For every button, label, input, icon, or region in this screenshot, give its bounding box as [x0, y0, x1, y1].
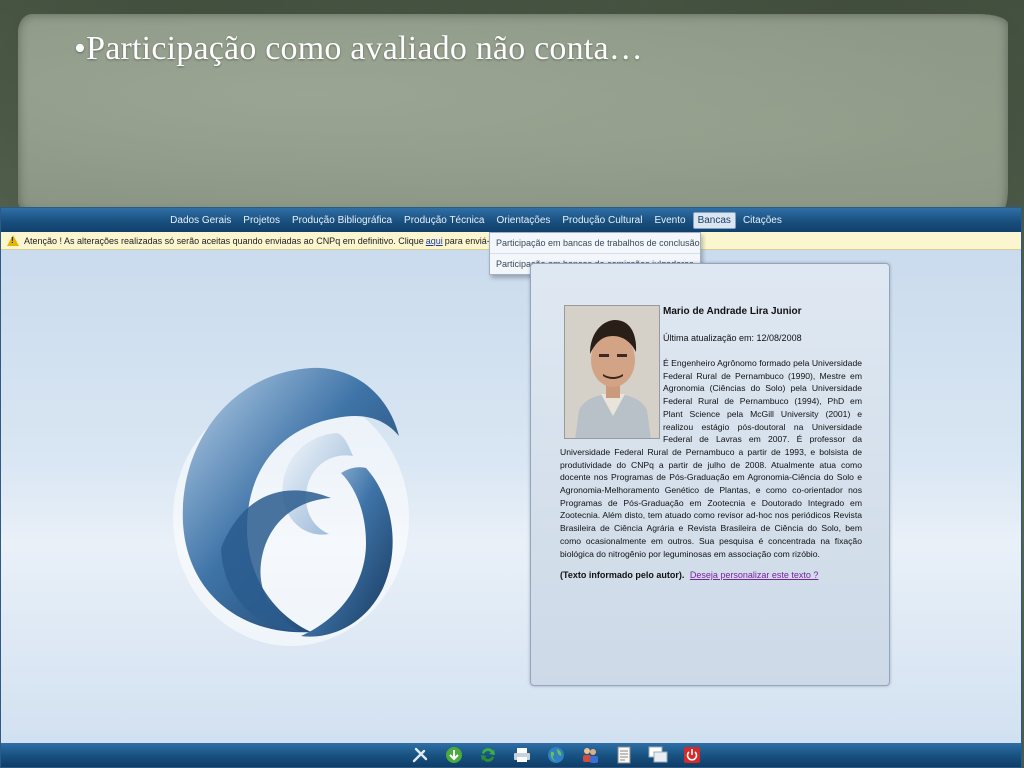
author-note: (Texto informado pelo autor). Deseja per…	[560, 570, 818, 580]
lattes-logo	[173, 367, 409, 646]
windows-icon[interactable]	[647, 745, 669, 765]
menu-producao-cultural[interactable]: Produção Cultural	[557, 212, 647, 229]
notice-link-aqui[interactable]: aqui	[426, 236, 443, 246]
bio-container: É Engenheiro Agrônomo formado pela Unive…	[560, 357, 862, 560]
last-update: Última atualização em: 12/08/2008	[663, 333, 802, 343]
top-menu-bar: Dados Gerais Projetos Produção Bibliográ…	[1, 208, 1021, 232]
notice-text: Atenção ! As alterações realizadas só se…	[24, 235, 424, 246]
download-icon[interactable]	[443, 745, 465, 765]
globe-icon[interactable]	[545, 745, 567, 765]
refresh-icon[interactable]	[477, 745, 499, 765]
menu-evento[interactable]: Evento	[649, 212, 690, 229]
users-icon[interactable]	[579, 745, 601, 765]
tools-icon[interactable]	[409, 745, 431, 765]
slide-title: •Participação como avaliado não conta…	[74, 30, 643, 67]
warning-icon	[7, 235, 19, 246]
menu-bancas[interactable]: Bancas	[692, 211, 736, 229]
menu-orientacoes[interactable]: Orientações	[491, 212, 555, 229]
power-icon[interactable]	[681, 745, 703, 765]
menu-dados-gerais[interactable]: Dados Gerais	[165, 212, 236, 229]
profile-card: Mario de Andrade Lira Junior Última atua…	[530, 263, 890, 686]
menu-projetos[interactable]: Projetos	[238, 212, 285, 229]
researcher-name: Mario de Andrade Lira Junior	[663, 306, 802, 317]
bottom-toolbar	[1, 743, 1021, 767]
author-note-label: (Texto informado pelo autor).	[560, 570, 685, 580]
personalize-text-link[interactable]: Deseja personalizar este texto ?	[690, 570, 819, 580]
dropdown-item-trabalhos-conclusao[interactable]: Participação em bancas de trabalhos de c…	[490, 233, 700, 254]
lattes-screenshot: Dados Gerais Projetos Produção Bibliográ…	[0, 207, 1022, 768]
print-icon[interactable]	[511, 745, 533, 765]
menu-producao-bibliografica[interactable]: Produção Bibliográfica	[287, 212, 397, 229]
menu-citacoes[interactable]: Citações	[738, 212, 787, 229]
document-icon[interactable]	[613, 745, 635, 765]
menu-producao-tecnica[interactable]: Produção Técnica	[399, 212, 489, 229]
